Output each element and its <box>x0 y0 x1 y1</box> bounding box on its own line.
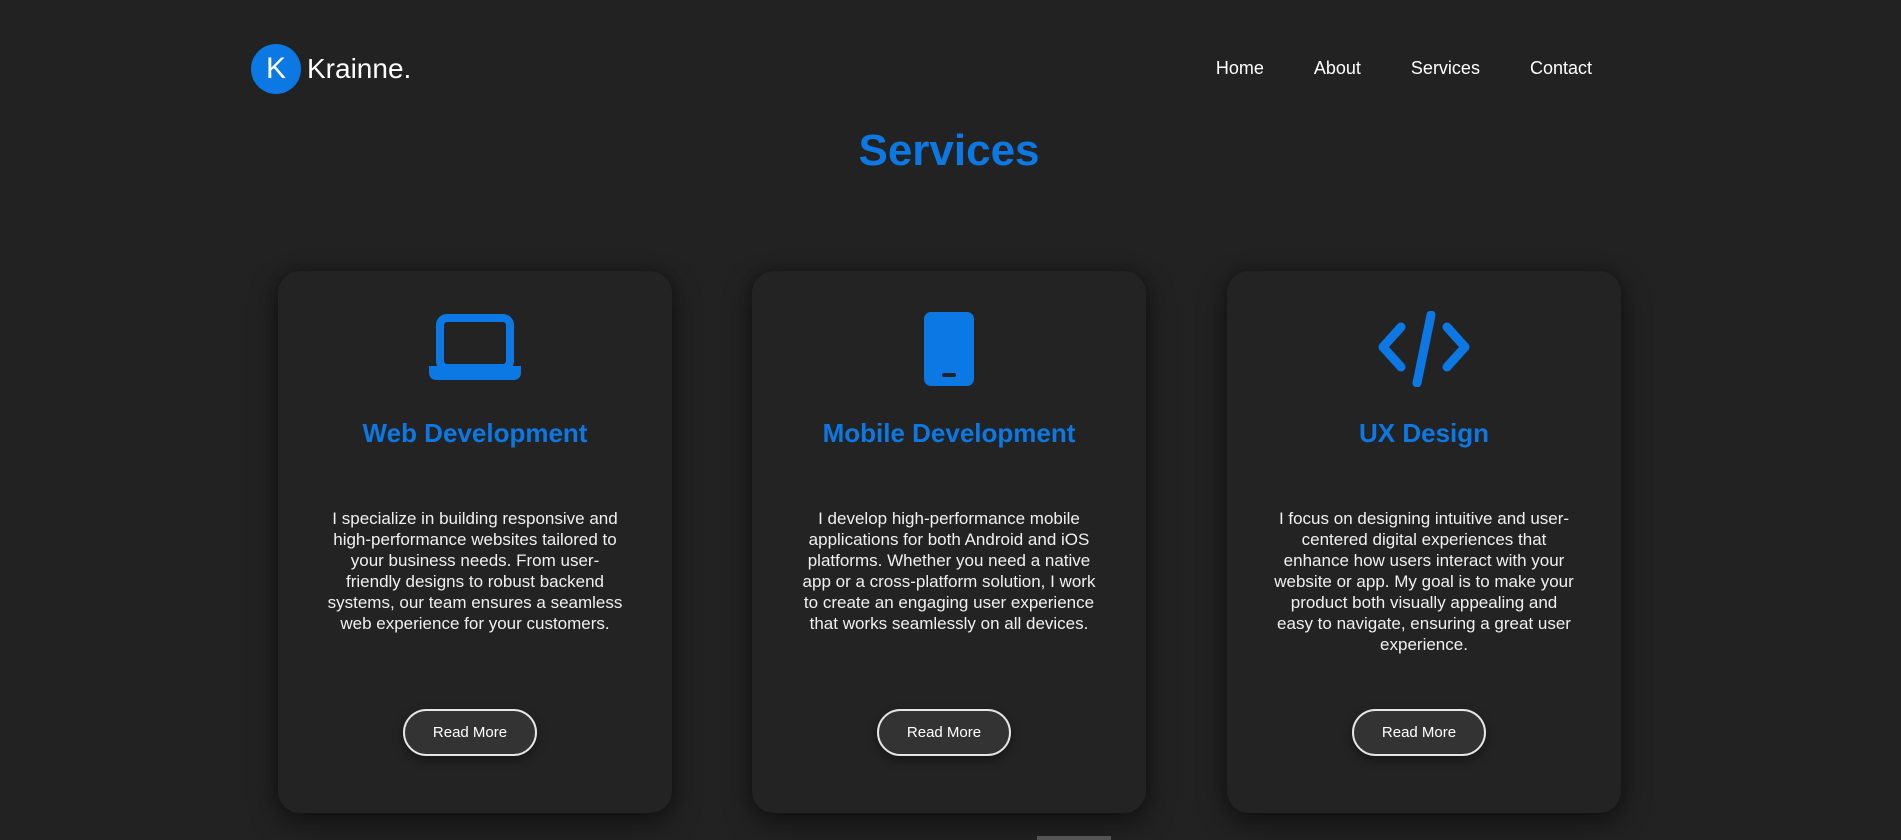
logo-badge: K <box>251 44 301 94</box>
card-description: I focus on designing intuitive and user-… <box>1274 509 1574 654</box>
service-card-ux-design: UX Design I focus on designing intuitive… <box>1227 271 1621 813</box>
card-description: I develop high-performance mobile applic… <box>802 509 1096 633</box>
service-card-web-development: Web Development I specialize in building… <box>278 271 672 813</box>
nav-link-services[interactable]: Services <box>1411 58 1480 79</box>
card-title: UX Design <box>1358 418 1490 448</box>
main-nav: Home About Services Contact <box>1216 58 1592 79</box>
brand-name: Krainne. <box>307 53 412 84</box>
laptop-icon <box>278 311 672 387</box>
nav-link-contact[interactable]: Contact <box>1530 58 1592 79</box>
service-card-mobile-development: Mobile Development I develop high-perfor… <box>752 271 1146 813</box>
scroll-indicator <box>1037 836 1111 840</box>
read-more-button[interactable]: Read More <box>1352 709 1486 756</box>
services-page: K Krainne. Home About Services Contact S… <box>0 0 1901 840</box>
nav-link-about[interactable]: About <box>1314 58 1361 79</box>
card-description: I specialize in building responsive and … <box>327 509 623 633</box>
nav-link-home[interactable]: Home <box>1216 58 1264 79</box>
read-more-button[interactable]: Read More <box>877 709 1011 756</box>
site-header: K Krainne. Home About Services Contact <box>251 42 1592 94</box>
mobile-phone-icon <box>752 311 1146 387</box>
card-title: Web Development <box>362 418 588 448</box>
read-more-button[interactable]: Read More <box>403 709 537 756</box>
code-icon <box>1227 311 1621 387</box>
brand-logo[interactable]: K Krainne. <box>251 44 411 94</box>
section-title: Services <box>858 126 1040 175</box>
card-title: Mobile Development <box>822 418 1076 448</box>
